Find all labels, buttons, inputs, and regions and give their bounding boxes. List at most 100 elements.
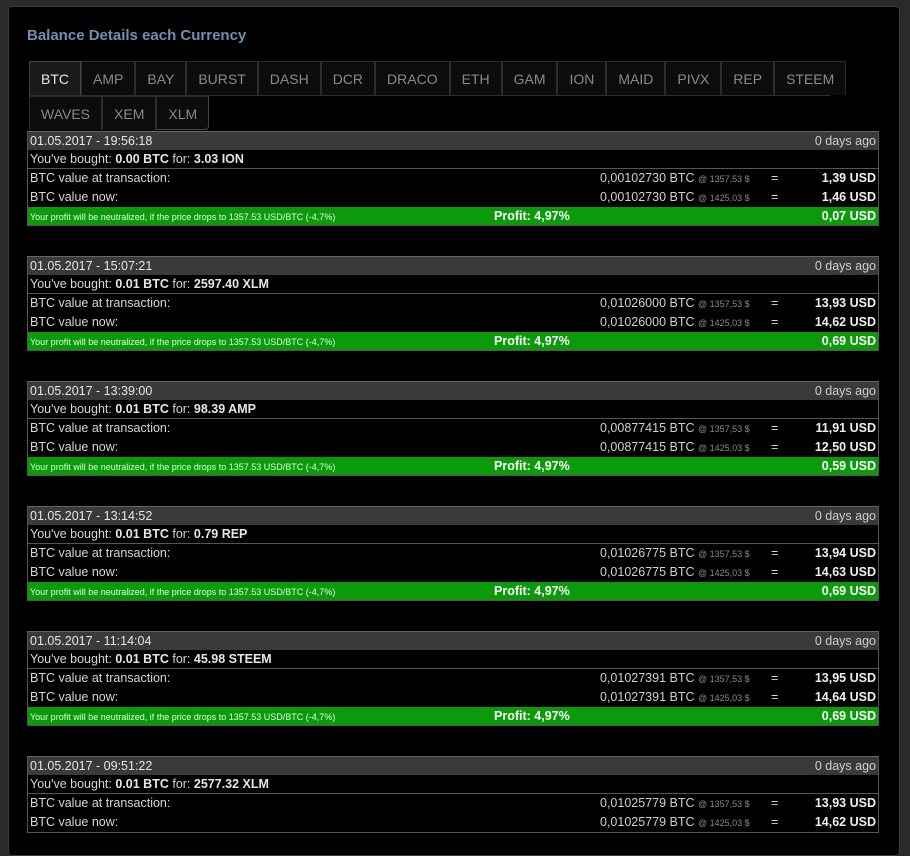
value-now-btc-amount: 0,01027391 BTC <box>600 690 695 704</box>
equals-sign: = <box>771 546 779 560</box>
tab-ion[interactable]: ION <box>557 61 607 95</box>
transaction-date: 01.05.2017 - 13:39:00 <box>30 384 153 398</box>
transaction-header: 01.05.2017 - 13:14:52 0 days ago <box>28 506 878 525</box>
currency-tabs: BTC AMP BAY BURST DASH DCR DRACO ETH GAM ION MAID P… <box>29 61 847 130</box>
value-at-transaction-btc-amount: 0,00102730 BTC <box>600 171 695 185</box>
profit-neutralize-note: Your profit will be neutralized, if the … <box>30 587 336 597</box>
transaction-age: 0 days ago <box>814 134 876 148</box>
value-now-rate: @ 1425,03 $ <box>698 693 750 703</box>
tab-waves[interactable]: WAVES <box>29 96 103 130</box>
value-now-label: BTC value now: <box>30 440 119 454</box>
equals-sign: = <box>771 296 779 310</box>
value-now-row: BTC value now: 0,01026775 BTC @ 1425,03 $… <box>28 563 878 582</box>
value-at-transaction-label: BTC value at transaction: <box>30 171 171 185</box>
value-at-transaction-rate: @ 1357,53 $ <box>698 549 750 559</box>
transaction-header: 01.05.2017 - 11:14:04 0 days ago <box>28 631 878 650</box>
value-now-rate: @ 1425,03 $ <box>698 443 750 453</box>
bought-btc: 0.00 BTC <box>115 152 169 166</box>
bought-btc: 0.01 BTC <box>115 652 169 666</box>
value-at-transaction-btc-amount: 0,01025779 BTC <box>600 796 695 810</box>
tab-pivx[interactable]: PIVX <box>665 61 722 95</box>
profit-usd: 0,69 USD <box>821 709 876 723</box>
tab-gam[interactable]: GAM <box>501 61 558 95</box>
value-now-label: BTC value now: <box>30 690 119 704</box>
transaction-card: 01.05.2017 - 13:14:52 0 days ago You've bo… <box>27 506 879 601</box>
value-now-btc-amount: 0,00877415 BTC <box>600 440 695 454</box>
for-label: for: <box>172 152 191 166</box>
bought-amount: 2577.32 XLM <box>193 777 269 791</box>
value-at-transaction-row: BTC value at transaction: 0,01027391 BTC … <box>28 669 878 688</box>
profit-bar: Your profit will be neutralized, if the … <box>28 707 878 725</box>
value-at-transaction-usd: 1,39 USD <box>821 171 876 185</box>
profit-neutralize-note: Your profit will be neutralized, if the … <box>30 712 336 722</box>
equals-sign: = <box>771 690 779 704</box>
tab-draco[interactable]: DRACO <box>375 61 450 95</box>
value-now-btc: 0,00877415 BTC @ 1425,03 $ <box>600 438 750 458</box>
tab-row-1: BTC AMP BAY BURST DASH DCR DRACO ETH GAM ION MAID P… <box>29 61 847 96</box>
transaction-date: 01.05.2017 - 09:51:22 <box>30 759 153 773</box>
value-at-transaction-btc-amount: 0,00877415 BTC <box>600 421 695 435</box>
bought-btc: 0.01 BTC <box>115 277 169 291</box>
profit-bar: Your profit will be neutralized, if the … <box>28 332 878 350</box>
bought-line: You've bought: 0.01 BTC for: 2597.40 XLM <box>28 275 878 294</box>
value-now-btc: 0,01026000 BTC @ 1425,03 $ <box>600 313 750 333</box>
for-label: for: <box>172 527 191 541</box>
tab-steem[interactable]: STEEM <box>774 61 847 95</box>
transaction-header: 01.05.2017 - 09:51:22 0 days ago <box>28 756 878 775</box>
tab-xlm[interactable]: XLM <box>156 96 210 130</box>
tab-btc[interactable]: BTC <box>29 61 81 95</box>
value-at-transaction-row: BTC value at transaction: 0,01026000 BTC … <box>28 294 878 313</box>
value-now-btc-amount: 0,01025779 BTC <box>600 815 695 829</box>
profit-percent: Profit: 4,97% <box>494 334 570 348</box>
bought-label: You've bought: <box>30 402 112 416</box>
value-now-btc: 0,01026775 BTC @ 1425,03 $ <box>600 563 750 583</box>
for-label: for: <box>172 402 191 416</box>
equals-sign: = <box>771 171 779 185</box>
tab-dash[interactable]: DASH <box>257 61 321 95</box>
bought-amount: 3.03 ION <box>193 152 244 166</box>
tab-eth[interactable]: ETH <box>449 61 502 95</box>
transaction-card: 01.05.2017 - 09:51:22 0 days ago You've bo… <box>27 756 879 833</box>
value-at-transaction-row: BTC value at transaction: 0,01026775 BTC … <box>28 544 878 563</box>
value-now-rate: @ 1425,03 $ <box>698 193 750 203</box>
tab-burst[interactable]: BURST <box>186 61 258 95</box>
bought-line: You've bought: 0.01 BTC for: 45.98 STEEM <box>28 650 878 669</box>
bought-btc: 0.01 BTC <box>115 777 169 791</box>
bought-line: You've bought: 0.01 BTC for: 2577.32 XLM <box>28 775 878 794</box>
bought-amount: 45.98 STEEM <box>193 652 272 666</box>
value-at-transaction-label: BTC value at transaction: <box>30 796 171 810</box>
equals-sign: = <box>771 671 779 685</box>
bought-label: You've bought: <box>30 527 112 541</box>
profit-percent: Profit: 4,97% <box>494 459 570 473</box>
value-now-btc-amount: 0,01026000 BTC <box>600 315 695 329</box>
value-at-transaction-usd: 13,95 USD <box>814 671 876 685</box>
value-now-rate: @ 1425,03 $ <box>698 568 750 578</box>
value-now-row: BTC value now: 0,00877415 BTC @ 1425,03 $… <box>28 438 878 457</box>
equals-sign: = <box>771 315 779 329</box>
profit-bar: Your profit will be neutralized, if the … <box>28 582 878 600</box>
profit-neutralize-note: Your profit will be neutralized, if the … <box>30 462 336 472</box>
value-at-transaction-btc-amount: 0,01026000 BTC <box>600 296 695 310</box>
tab-bay[interactable]: BAY <box>135 61 187 95</box>
tab-maid[interactable]: MAID <box>606 61 666 95</box>
transaction-list: 01.05.2017 - 19:56:18 0 days ago You've bo… <box>27 131 879 855</box>
value-now-usd: 12,50 USD <box>814 440 876 454</box>
value-at-transaction-label: BTC value at transaction: <box>30 296 171 310</box>
tab-xem[interactable]: XEM <box>102 96 157 130</box>
value-at-transaction-usd: 13,93 USD <box>814 796 876 810</box>
transaction-card: 01.05.2017 - 11:14:04 0 days ago You've bo… <box>27 631 879 726</box>
tab-amp[interactable]: AMP <box>81 61 136 95</box>
value-at-transaction-btc-amount: 0,01026775 BTC <box>600 546 695 560</box>
value-now-btc: 0,01025779 BTC @ 1425,03 $ <box>600 813 750 833</box>
value-at-transaction-btc: 0,01026775 BTC @ 1357,53 $ <box>600 544 750 564</box>
tab-dcr[interactable]: DCR <box>320 61 376 95</box>
equals-sign: = <box>771 421 779 435</box>
value-at-transaction-btc: 0,01027391 BTC @ 1357,53 $ <box>600 669 750 689</box>
value-at-transaction-rate: @ 1357,53 $ <box>698 674 750 684</box>
bought-label: You've bought: <box>30 152 112 166</box>
value-at-transaction-btc-amount: 0,01027391 BTC <box>600 671 695 685</box>
value-now-usd: 14,62 USD <box>814 815 876 829</box>
value-at-transaction-rate: @ 1357,53 $ <box>698 299 750 309</box>
tab-rep[interactable]: REP <box>721 61 775 95</box>
value-now-btc-amount: 0,00102730 BTC <box>600 190 695 204</box>
